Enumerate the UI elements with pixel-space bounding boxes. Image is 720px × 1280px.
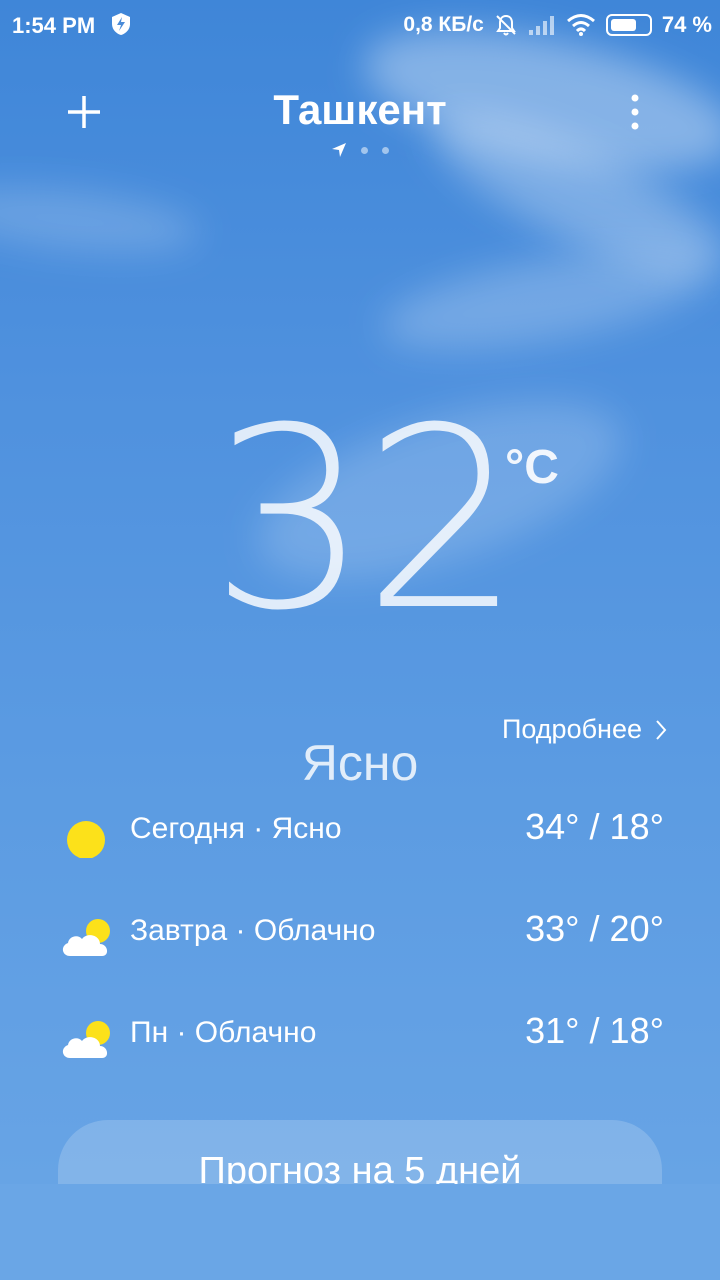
page-indicator[interactable] xyxy=(0,140,720,160)
forecast-range: 33° / 20° xyxy=(525,908,664,949)
battery-level-fill xyxy=(610,19,636,31)
forecast-range: 31° / 18° xyxy=(525,1010,664,1051)
forecast-list: Сегодня · Ясно 34° / 18° Завтра · Облачн… xyxy=(0,800,720,1106)
city-title: Ташкент xyxy=(273,86,447,133)
forecast-label: Пн · Облачно xyxy=(130,1016,317,1049)
status-right: 0,8 КБ/с 74 % xyxy=(403,12,712,38)
bottom-area xyxy=(0,1184,720,1280)
shield-bolt-icon xyxy=(112,13,130,35)
location-arrow-icon xyxy=(332,143,346,157)
forecast-label: Завтра · Облачно xyxy=(130,914,376,947)
cloud-wisp xyxy=(375,231,715,369)
current-temperature: 32 xyxy=(210,374,522,665)
partly-cloudy-icon xyxy=(62,919,110,956)
cloud-wisp xyxy=(0,176,203,264)
page-dot xyxy=(382,146,389,154)
forecast-row-tomorrow[interactable]: Завтра · Облачно 33° / 20° xyxy=(0,902,720,1004)
more-vertical-icon[interactable] xyxy=(618,88,652,136)
forecast-row-today[interactable]: Сегодня · Ясно 34° / 18° xyxy=(0,800,720,902)
forecast-range: 34° / 18° xyxy=(525,806,664,847)
bell-off-icon xyxy=(495,14,516,36)
net-speed: 0,8 КБ/с xyxy=(403,13,484,36)
signal-icon xyxy=(528,16,554,35)
sun-icon xyxy=(67,821,105,858)
status-time: 1:54 PM xyxy=(12,13,96,38)
top-bar: Ташкент xyxy=(0,82,720,142)
current-condition: Ясно xyxy=(301,735,419,791)
wifi-icon xyxy=(566,14,595,36)
page-dot xyxy=(361,146,368,154)
forecast-label: Сегодня · Ясно xyxy=(130,812,342,845)
forecast-row-monday[interactable]: Пн · Облачно 31° / 18° xyxy=(0,1004,720,1106)
battery-percent: 74 % xyxy=(661,12,712,37)
battery-icon xyxy=(605,14,652,36)
partly-cloudy-icon xyxy=(62,1021,110,1058)
temperature-unit: °C xyxy=(505,441,559,494)
status-bar: 1:54 PM 0,8 КБ/с 74 % xyxy=(0,0,720,50)
